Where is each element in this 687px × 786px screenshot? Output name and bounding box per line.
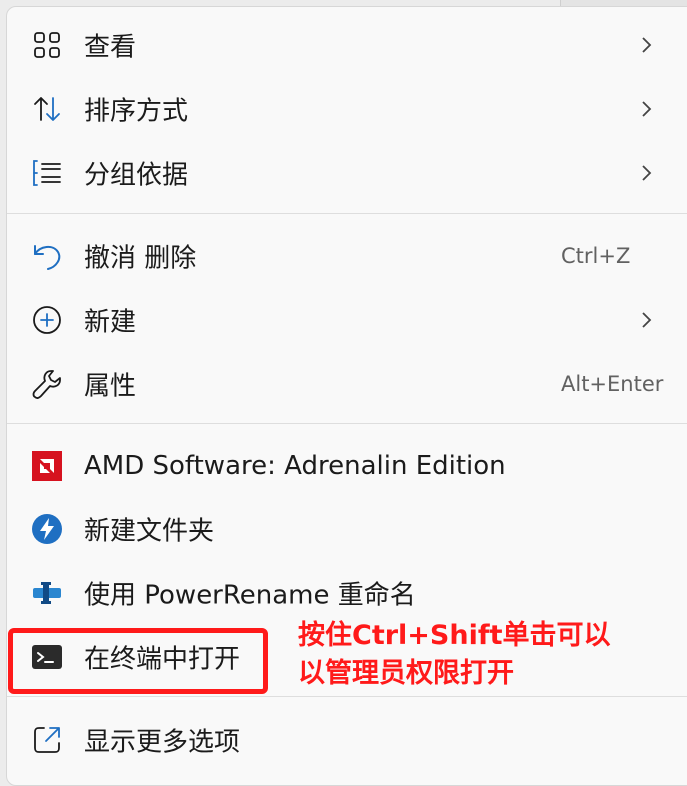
menu-item-label: 撤消 删除 (84, 243, 197, 274)
amd-logo-icon (31, 450, 63, 482)
menu-item-label: 属性 (84, 371, 137, 402)
chevron-right-icon (642, 312, 652, 328)
menu-item-show-more-options[interactable]: 显示更多选项 (7, 712, 687, 768)
annotation-line-1: 按住Ctrl+Shift单击可以 (298, 620, 611, 651)
menu-item-amd-software[interactable]: AMD Software: Adrenalin Edition (7, 438, 687, 494)
menu-item-sort-by[interactable]: 排序方式 (7, 81, 687, 137)
powerrename-icon (31, 577, 63, 609)
undo-icon (31, 240, 63, 272)
sort-arrows-icon (31, 93, 63, 125)
annotation-line-2: 以管理员权限打开 (298, 658, 514, 689)
add-circle-icon (31, 304, 63, 336)
open-external-icon (31, 724, 63, 756)
menu-separator (7, 423, 687, 424)
menu-item-view[interactable]: 查看 (7, 17, 687, 73)
highlight-box (8, 628, 268, 694)
menu-item-new-folder[interactable]: 新建文件夹 (7, 501, 687, 557)
menu-item-new[interactable]: 新建 (7, 292, 687, 348)
menu-item-powerrename[interactable]: 使用 PowerRename 重命名 (7, 565, 687, 621)
shortcut-text: Alt+Enter (561, 372, 664, 396)
menu-item-label: 显示更多选项 (84, 727, 241, 758)
menu-item-properties[interactable]: 属性 Alt+Enter (7, 356, 687, 412)
grid-view-icon (31, 29, 63, 61)
menu-item-label: 新建文件夹 (84, 516, 215, 547)
menu-item-label: 使用 PowerRename 重命名 (84, 580, 416, 611)
menu-separator (7, 696, 687, 697)
lightning-badge-icon (31, 513, 63, 545)
shortcut-text: Ctrl+Z (561, 244, 631, 268)
menu-item-label: 新建 (84, 307, 137, 338)
group-list-icon (31, 157, 63, 189)
wrench-icon (31, 368, 63, 400)
menu-item-label: AMD Software: Adrenalin Edition (84, 451, 506, 481)
menu-item-label: 分组依据 (84, 160, 189, 191)
menu-separator (7, 213, 687, 214)
chevron-right-icon (642, 165, 652, 181)
annotation-text: 按住Ctrl+Shift单击可以 以管理员权限打开 (298, 617, 678, 693)
chevron-right-icon (642, 101, 652, 117)
menu-item-label: 排序方式 (84, 96, 189, 127)
menu-item-label: 查看 (84, 32, 137, 63)
menu-item-group-by[interactable]: 分组依据 (7, 145, 687, 201)
chevron-right-icon (642, 37, 652, 53)
menu-item-undo-delete[interactable]: 撤消 删除 Ctrl+Z (7, 228, 687, 284)
